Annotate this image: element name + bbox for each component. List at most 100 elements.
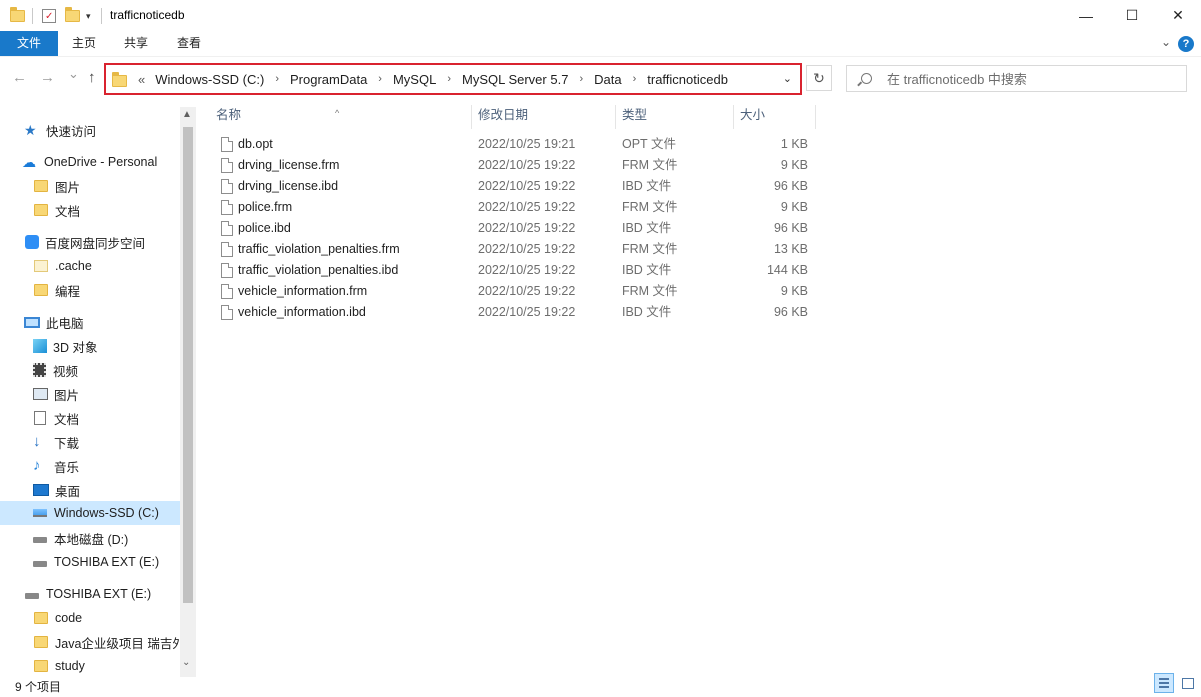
file-row[interactable]: drving_license.frm 2022/10/25 19:22 FRM …	[216, 155, 820, 176]
scroll-down-icon[interactable]: ⌄	[182, 657, 190, 668]
file-row[interactable]: drving_license.ibd 2022/10/25 19:22 IBD …	[216, 176, 820, 197]
sidebar-item-pictures[interactable]: 图片	[33, 382, 79, 406]
breadcrumb-programdata[interactable]: ProgramData	[288, 72, 369, 87]
sidebar-item-documents[interactable]: 文档	[34, 406, 79, 430]
file-row[interactable]: vehicle_information.frm 2022/10/25 19:22…	[216, 281, 820, 302]
sidebar-item-downloads[interactable]: ↓ 下载	[33, 430, 79, 454]
sidebar-item-this-pc[interactable]: 此电脑	[24, 310, 84, 334]
close-button[interactable]: ✕	[1155, 0, 1201, 31]
3d-objects-icon	[33, 339, 47, 353]
sidebar-item-code[interactable]: code	[33, 606, 82, 630]
drive-icon	[33, 561, 47, 567]
chevron-down-icon[interactable]: ⌄	[783, 72, 792, 85]
breadcrumb-mysql-server[interactable]: MySQL Server 5.7	[460, 72, 570, 87]
large-icons-view-button[interactable]	[1177, 673, 1197, 693]
scrollbar-thumb[interactable]	[183, 127, 193, 603]
sidebar-item-cache[interactable]: .cache	[33, 254, 92, 278]
chevron-right-icon[interactable]: ›	[570, 73, 592, 85]
breadcrumb-mysql[interactable]: MySQL	[391, 72, 438, 87]
file-date: 2022/10/25 19:22	[478, 284, 576, 298]
sidebar-item-toshiba-e[interactable]: TOSHIBA EXT (E:)	[33, 550, 159, 574]
video-icon	[33, 363, 46, 377]
column-header-type[interactable]: 类型	[616, 105, 734, 129]
tab-view[interactable]: 查看	[169, 31, 209, 56]
file-row[interactable]: traffic_violation_penalties.frm 2022/10/…	[216, 239, 820, 260]
properties-icon[interactable]: ✓	[42, 6, 56, 26]
file-date: 2022/10/25 19:22	[478, 263, 576, 277]
sidebar-item-onedrive-pictures[interactable]: 图片	[33, 174, 80, 198]
large-icons-icon	[1182, 678, 1194, 689]
chevron-right-icon[interactable]: ›	[266, 73, 288, 85]
drive-icon	[33, 537, 47, 543]
sidebar-item-java-project[interactable]: Java企业级项目 瑞吉外	[33, 630, 185, 654]
file-size: 1 KB	[780, 137, 808, 151]
sidebar-item-toshiba-e-root[interactable]: TOSHIBA EXT (E:)	[25, 582, 151, 606]
tab-home[interactable]: 主页	[64, 31, 104, 56]
minimize-button[interactable]: —	[1063, 0, 1109, 31]
tab-share[interactable]: 共享	[116, 31, 156, 56]
file-date: 2022/10/25 19:22	[478, 221, 576, 235]
forward-button[interactable]: →	[40, 69, 55, 86]
customize-toolbar-icon[interactable]: ▾	[86, 6, 91, 26]
chevron-right-icon[interactable]: ›	[369, 73, 391, 85]
file-type: IBD 文件	[622, 221, 672, 235]
chevron-right-icon[interactable]: ›	[624, 73, 646, 85]
sidebar-item-3d-objects[interactable]: 3D 对象	[33, 334, 97, 358]
breadcrumb-trafficnoticedb[interactable]: trafficnoticedb	[645, 72, 730, 87]
sidebar-item-windows-ssd[interactable]: Windows-SSD (C:)	[0, 501, 180, 525]
sidebar-item-onedrive[interactable]: ☁ OneDrive - Personal	[22, 150, 157, 174]
sidebar-item-baidu-netdisk[interactable]: 百度网盘同步空间	[25, 230, 145, 254]
tab-file[interactable]: 文件	[0, 31, 58, 56]
breadcrumb-data[interactable]: Data	[592, 72, 623, 87]
folder-icon	[34, 636, 48, 648]
separator	[101, 6, 102, 26]
breadcrumb-drive[interactable]: Windows-SSD (C:)	[153, 72, 266, 87]
help-button[interactable]: ?	[1178, 36, 1194, 52]
recent-locations-button[interactable]: ⌄	[68, 66, 79, 82]
chevron-right-icon[interactable]: ›	[438, 73, 460, 85]
separator	[32, 6, 33, 26]
file-row[interactable]: vehicle_information.ibd 2022/10/25 19:22…	[216, 302, 820, 323]
file-row[interactable]: police.frm 2022/10/25 19:22 FRM 文件 9 KB	[216, 197, 820, 218]
file-row[interactable]: db.opt 2022/10/25 19:21 OPT 文件 1 KB	[216, 134, 820, 155]
pictures-icon	[33, 388, 48, 400]
file-icon	[221, 284, 233, 299]
file-name: police.frm	[238, 200, 293, 214]
sidebar-item-quick-access[interactable]: ★ 快速访问	[24, 118, 96, 142]
search-box[interactable]: 在 trafficnoticedb 中搜索	[846, 65, 1187, 92]
maximize-button[interactable]: ☐	[1109, 0, 1155, 31]
column-header-name[interactable]: ^ 名称	[210, 105, 472, 129]
file-row[interactable]: traffic_violation_penalties.ibd 2022/10/…	[216, 260, 820, 281]
search-input[interactable]: 在 trafficnoticedb 中搜索	[887, 69, 1027, 88]
sidebar-item-local-disk-d[interactable]: 本地磁盘 (D:)	[33, 526, 128, 550]
folder-icon	[34, 612, 48, 624]
sidebar-item-onedrive-documents[interactable]: 文档	[33, 198, 80, 222]
sidebar-item-desktop[interactable]: 桌面	[33, 478, 80, 502]
file-name: traffic_violation_penalties.ibd	[238, 263, 399, 277]
folder-icon	[34, 180, 48, 192]
baidu-netdisk-icon	[25, 235, 39, 249]
expand-ribbon-icon[interactable]: ⌄	[1161, 35, 1171, 49]
file-name: db.opt	[238, 137, 273, 151]
sidebar-item-programming[interactable]: 编程	[33, 278, 80, 302]
documents-icon	[34, 411, 46, 425]
folder-icon	[34, 260, 48, 272]
file-name: vehicle_information.ibd	[238, 305, 366, 319]
scroll-up-icon[interactable]: ▲	[182, 109, 192, 120]
column-header-date[interactable]: 修改日期	[472, 105, 616, 129]
refresh-button[interactable]: ↻	[806, 65, 832, 91]
file-name: police.ibd	[238, 221, 291, 235]
file-icon	[221, 221, 233, 236]
address-bar[interactable]: « Windows-SSD (C:) › ProgramData › MySQL…	[104, 63, 802, 95]
back-button[interactable]: ←	[12, 69, 27, 86]
sidebar-scrollbar[interactable]: ▲ ⌄	[180, 107, 196, 677]
up-button[interactable]: ↑	[88, 69, 96, 86]
new-folder-icon[interactable]	[65, 6, 80, 26]
details-view-button[interactable]	[1154, 673, 1174, 693]
breadcrumb-overflow[interactable]: «	[136, 72, 153, 87]
sidebar-item-videos[interactable]: 视频	[33, 358, 78, 382]
column-header-size[interactable]: 大小	[734, 105, 816, 129]
sidebar-item-music[interactable]: ♪ 音乐	[33, 454, 79, 478]
sidebar-item-study[interactable]: study	[33, 654, 85, 677]
file-row[interactable]: police.ibd 2022/10/25 19:22 IBD 文件 96 KB	[216, 218, 820, 239]
